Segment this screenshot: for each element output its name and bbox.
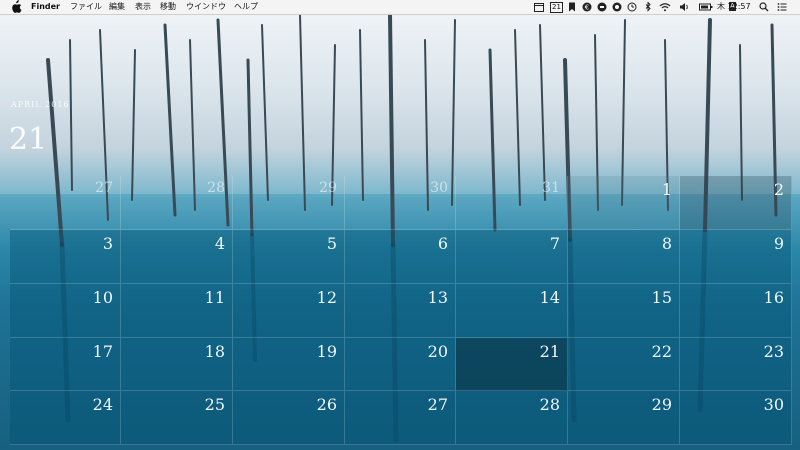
battery-icon[interactable] (699, 2, 713, 12)
day-number: 26 (316, 395, 337, 414)
day-number: 10 (92, 288, 113, 307)
calendar-day: 28 (456, 391, 568, 445)
day-number: 12 (316, 288, 337, 307)
day-number: 31 (542, 180, 560, 196)
day-number: 8 (661, 234, 672, 253)
calendar-day: 1 (568, 176, 680, 230)
menu-app-finder[interactable]: Finder (31, 1, 60, 13)
calendar-day: 13 (345, 284, 456, 338)
calendar-day: 11 (121, 284, 233, 338)
apple-icon[interactable] (10, 0, 22, 14)
day-number: 11 (204, 288, 225, 307)
wifi-icon[interactable] (659, 2, 671, 12)
calendar-day: 3 (10, 230, 121, 284)
time-machine-icon[interactable] (627, 2, 637, 12)
record-icon[interactable] (612, 2, 622, 12)
menu-go[interactable]: 移動 (160, 1, 176, 13)
menu-clock[interactable]: 木 12:57 (717, 1, 751, 13)
calendar-day: 9 (680, 230, 792, 284)
calendar-day: 27 (10, 176, 121, 230)
calendar-day: 17 (10, 338, 121, 391)
notification-center-icon[interactable] (777, 2, 787, 12)
day-number: 28 (539, 395, 560, 414)
day-number: 29 (651, 395, 672, 414)
day-number: 7 (549, 234, 560, 253)
day-number: 1 (661, 180, 672, 199)
calendar-day: 7 (456, 230, 568, 284)
day-number: 22 (651, 342, 672, 361)
calendar-day: 8 (568, 230, 680, 284)
day-number: 17 (92, 342, 113, 361)
bluetooth-icon[interactable] (643, 2, 653, 12)
calendar-day: 29 (568, 391, 680, 445)
calendar-day: 2 (680, 176, 792, 230)
calendar-day: 15 (568, 284, 680, 338)
menu-file[interactable]: ファイル (70, 1, 102, 13)
day-number: 15 (651, 288, 672, 307)
cloud-app-icon[interactable]: € (582, 2, 592, 12)
calendar-day: 4 (121, 230, 233, 284)
calendar-day: 5 (233, 230, 345, 284)
day-number: 2 (773, 180, 784, 199)
day-number: 13 (427, 288, 448, 307)
calendar-day: 24 (10, 391, 121, 445)
day-number: 30 (430, 180, 448, 196)
day-number: 19 (316, 342, 337, 361)
day-number: 6 (437, 234, 448, 253)
calendar-day-today: 21 (456, 338, 568, 391)
calendar-day: 27 (345, 391, 456, 445)
day-number: 3 (102, 234, 113, 253)
calendar-day: 12 (233, 284, 345, 338)
menu-help[interactable]: ヘルプ (234, 1, 258, 13)
calendar-day: 19 (233, 338, 345, 391)
calendar-day: 14 (456, 284, 568, 338)
spotlight-icon[interactable] (759, 2, 769, 12)
current-day-number: 21 (9, 122, 48, 157)
day-number: 9 (773, 234, 784, 253)
calendar-day: 30 (345, 176, 456, 230)
calendar-day: 22 (568, 338, 680, 391)
day-number: 21 (539, 342, 560, 361)
calendar-day: 31 (456, 176, 568, 230)
calendar-grid: 27 28 29 30 31 1 2 3 4 5 6 7 8 9 10 11 12 13 14 15 16 17 18 19 2… (0, 0, 800, 450)
calendar-day: 6 (345, 230, 456, 284)
day-number: 14 (539, 288, 560, 307)
day-number: 27 (427, 395, 448, 414)
stop-icon[interactable] (597, 2, 607, 12)
day-number: 5 (326, 234, 337, 253)
menu-window[interactable]: ウインドウ (186, 1, 226, 13)
day-number: 20 (427, 342, 448, 361)
svg-text:€: € (585, 4, 589, 12)
calendar-day: 28 (121, 176, 233, 230)
day-number: 4 (214, 234, 225, 253)
day-number: 28 (207, 180, 225, 196)
menu-bar: Finder ファイル 編集 表示 移動 ウインドウ ヘルプ 21 € A 木 (0, 0, 800, 15)
day-number: 16 (763, 288, 784, 307)
day-number: 23 (763, 342, 784, 361)
day-number: 24 (92, 395, 113, 414)
month-label: APRIL 2016 (11, 100, 70, 109)
calendar-day: 18 (121, 338, 233, 391)
bookmark-icon[interactable] (567, 2, 577, 12)
calendar-day: 20 (345, 338, 456, 391)
calendar-date-icon[interactable]: 21 (550, 2, 563, 13)
calendar-day: 26 (233, 391, 345, 445)
day-number: 18 (204, 342, 225, 361)
day-number: 25 (204, 395, 225, 414)
calendar-day: 29 (233, 176, 345, 230)
day-number: 29 (319, 180, 337, 196)
menu-calendar-icon[interactable] (534, 2, 544, 12)
menu-edit[interactable]: 編集 (109, 1, 125, 13)
calendar-day: 16 (680, 284, 792, 338)
menu-view[interactable]: 表示 (135, 1, 151, 13)
calendar-day: 25 (121, 391, 233, 445)
day-number: 30 (763, 395, 784, 414)
day-number: 27 (95, 180, 113, 196)
calendar-day: 10 (10, 284, 121, 338)
calendar-day: 23 (680, 338, 792, 391)
volume-icon[interactable] (679, 2, 691, 12)
calendar-day: 30 (680, 391, 792, 445)
